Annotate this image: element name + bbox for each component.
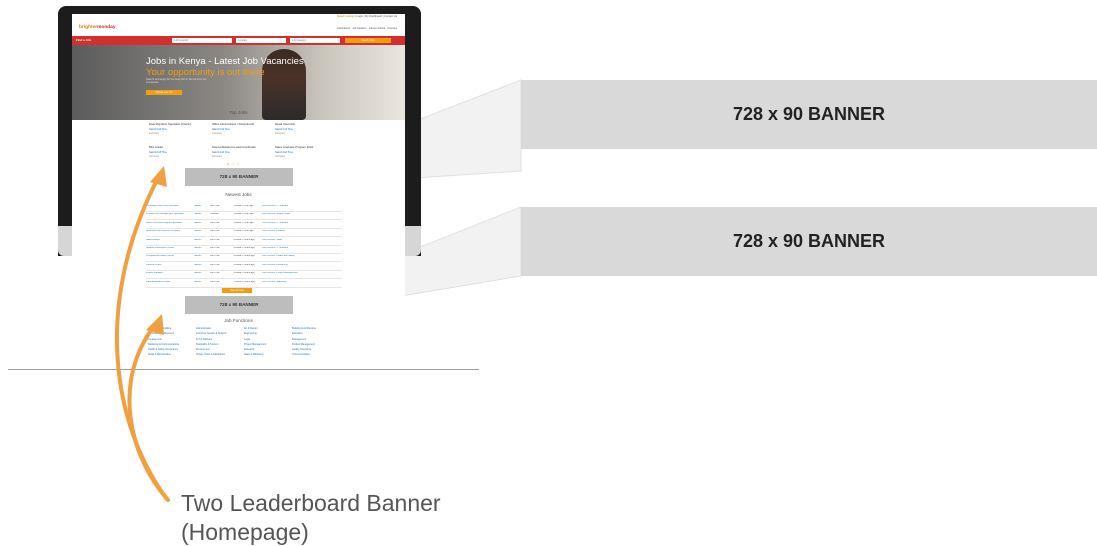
arrowhead-top <box>150 166 167 187</box>
arrow-to-bottom-banner <box>127 323 170 502</box>
caption-line-1: Two Leaderboard Banner <box>181 490 441 516</box>
arrows <box>115 166 170 502</box>
caption-line-2: (Homepage) <box>181 519 309 545</box>
arrow-to-top-banner <box>115 176 168 500</box>
